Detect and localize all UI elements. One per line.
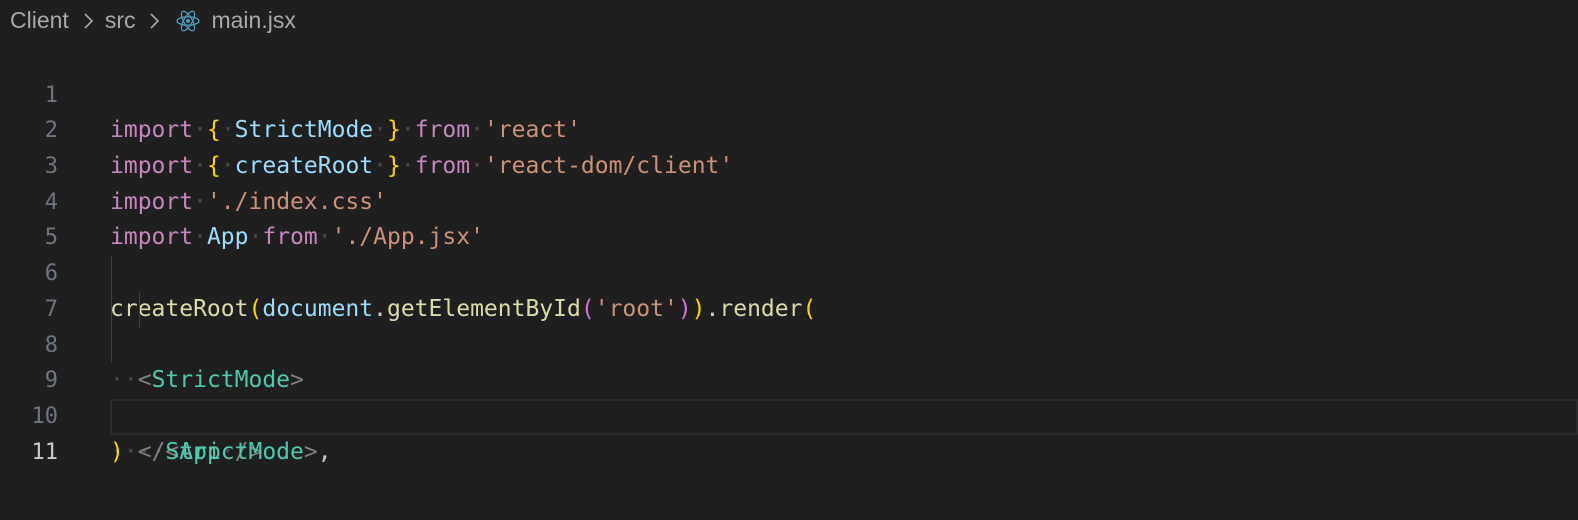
code-line[interactable]: 4 import·App·from·'./App.jsx': [0, 149, 1578, 251]
code-line[interactable]: 7 ··<StrictMode>: [0, 256, 1578, 393]
breadcrumb: Client src main.jsx: [10, 4, 296, 36]
punctuation-token: ,: [317, 438, 332, 465]
code-line[interactable]: 6 createRoot(document.getElementById('ro…: [0, 220, 1578, 322]
code-line[interactable]: 8 ····<App·/>: [0, 291, 1578, 465]
indent-guide: [111, 291, 112, 328]
breadcrumb-item-main-jsx[interactable]: main.jsx: [211, 7, 295, 34]
breadcrumb-item-client[interactable]: Client: [10, 7, 69, 34]
jsx-tag-token: StrictMode: [165, 438, 304, 465]
code-editor[interactable]: 1 import·{·StrictMode·}·from·'react' 2 i…: [0, 42, 1578, 465]
chevron-right-icon: [150, 13, 160, 29]
breadcrumb-item-src[interactable]: src: [105, 7, 136, 34]
code-line[interactable]: 5: [0, 185, 1578, 250]
indent-guide: [139, 291, 140, 328]
code-line[interactable]: 10 ): [0, 363, 1578, 465]
react-icon: [176, 10, 201, 32]
code-line[interactable]: 1 import·{·StrictMode·}·from·'react': [0, 42, 1578, 144]
indent-guide: [111, 256, 112, 292]
code-line[interactable]: 3 import·'./index.css': [0, 113, 1578, 215]
code-line[interactable]: 2 import·{·createRoot·}·from·'react-dom/…: [0, 78, 1578, 179]
line-number-active: 11: [31, 439, 59, 465]
line-number: 10: [31, 403, 59, 429]
code-line-current[interactable]: 11: [32, 398, 1578, 465]
code-line[interactable]: 9 ··</StrictMode>,: [0, 327, 1578, 465]
indent-guide: [111, 327, 112, 364]
punctuation-token: >: [303, 438, 318, 465]
chevron-right-icon: [84, 13, 93, 29]
